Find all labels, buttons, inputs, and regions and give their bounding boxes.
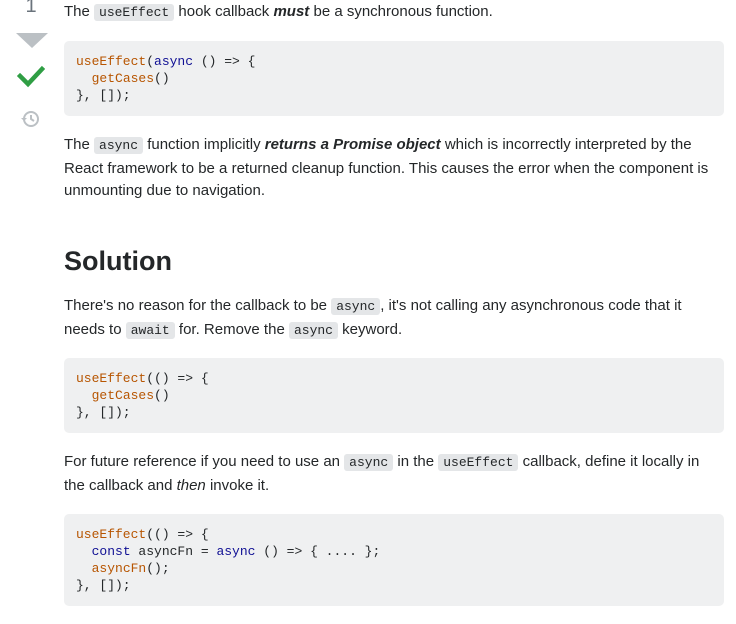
code-token: asyncFn =: [130, 544, 217, 559]
paragraph-explanation: The async function implicitly returns a …: [64, 134, 724, 203]
text: There's no reason for the callback to be: [64, 297, 332, 314]
code-token: (): [154, 71, 170, 86]
history-icon[interactable]: [20, 109, 40, 129]
downvote-icon[interactable]: [16, 33, 48, 48]
solution-heading: Solution: [64, 246, 172, 276]
paragraph-future: For future reference if you need to use …: [64, 451, 724, 497]
vote-count: 1: [25, 0, 37, 17]
accepted-check-icon: [17, 65, 45, 88]
inline-code: async: [94, 137, 144, 154]
code-token: getCases: [91, 388, 155, 403]
code-token: asyncFn: [91, 561, 147, 576]
code-token: useEffect: [76, 371, 147, 386]
paragraph-intro: The useEffect hook callback must be a sy…: [64, 1, 724, 25]
code-token: async: [216, 544, 256, 559]
code-token: async: [154, 54, 194, 69]
inline-code: async: [344, 454, 394, 471]
text: The: [64, 136, 95, 153]
emphasis: returns a Promise object: [264, 136, 441, 153]
text: for. Remove the: [174, 320, 289, 338]
code-token: }, []);: [76, 578, 131, 593]
code-token: () => {: [193, 54, 256, 69]
code-token: (() => {: [146, 371, 209, 386]
text: keyword.: [337, 320, 403, 338]
emphasis: must: [273, 3, 310, 20]
text: in the: [393, 453, 439, 470]
inline-code: async: [288, 321, 338, 339]
text: be a synchronous function.: [309, 3, 493, 20]
text: For future reference if you need to use …: [64, 453, 345, 470]
text: invoke it.: [205, 476, 270, 494]
text: The: [64, 3, 95, 20]
inline-code: useEffect: [438, 454, 519, 471]
paragraph-solution: There's no reason for the callback to be…: [64, 295, 724, 342]
code-token: }, []);: [76, 405, 131, 420]
code-block-local-async: useEffect(() => { const asyncFn = async …: [64, 514, 724, 606]
code-token: ();: [146, 561, 170, 576]
code-token: const: [91, 544, 131, 559]
text: hook callback: [174, 3, 274, 20]
code-token: useEffect: [76, 54, 147, 69]
code-token: () => { .... };: [255, 544, 381, 559]
inline-code: await: [125, 321, 175, 339]
code-block-async: useEffect(async () => { getCases() }, []…: [64, 41, 724, 116]
code-block-sync: useEffect(() => { getCases() }, []);: [64, 358, 724, 433]
text: function implicitly: [143, 136, 265, 153]
inline-code: async: [331, 298, 381, 315]
code-token: getCases: [91, 71, 155, 86]
emphasis: then: [176, 476, 206, 494]
inline-code: useEffect: [94, 4, 175, 21]
vote-cell: 1: [0, 0, 62, 624]
code-token: useEffect: [76, 527, 147, 542]
code-token: (: [146, 54, 155, 69]
code-token: (): [154, 388, 170, 403]
code-token: }, []);: [76, 88, 131, 103]
code-token: (() => {: [146, 527, 209, 542]
